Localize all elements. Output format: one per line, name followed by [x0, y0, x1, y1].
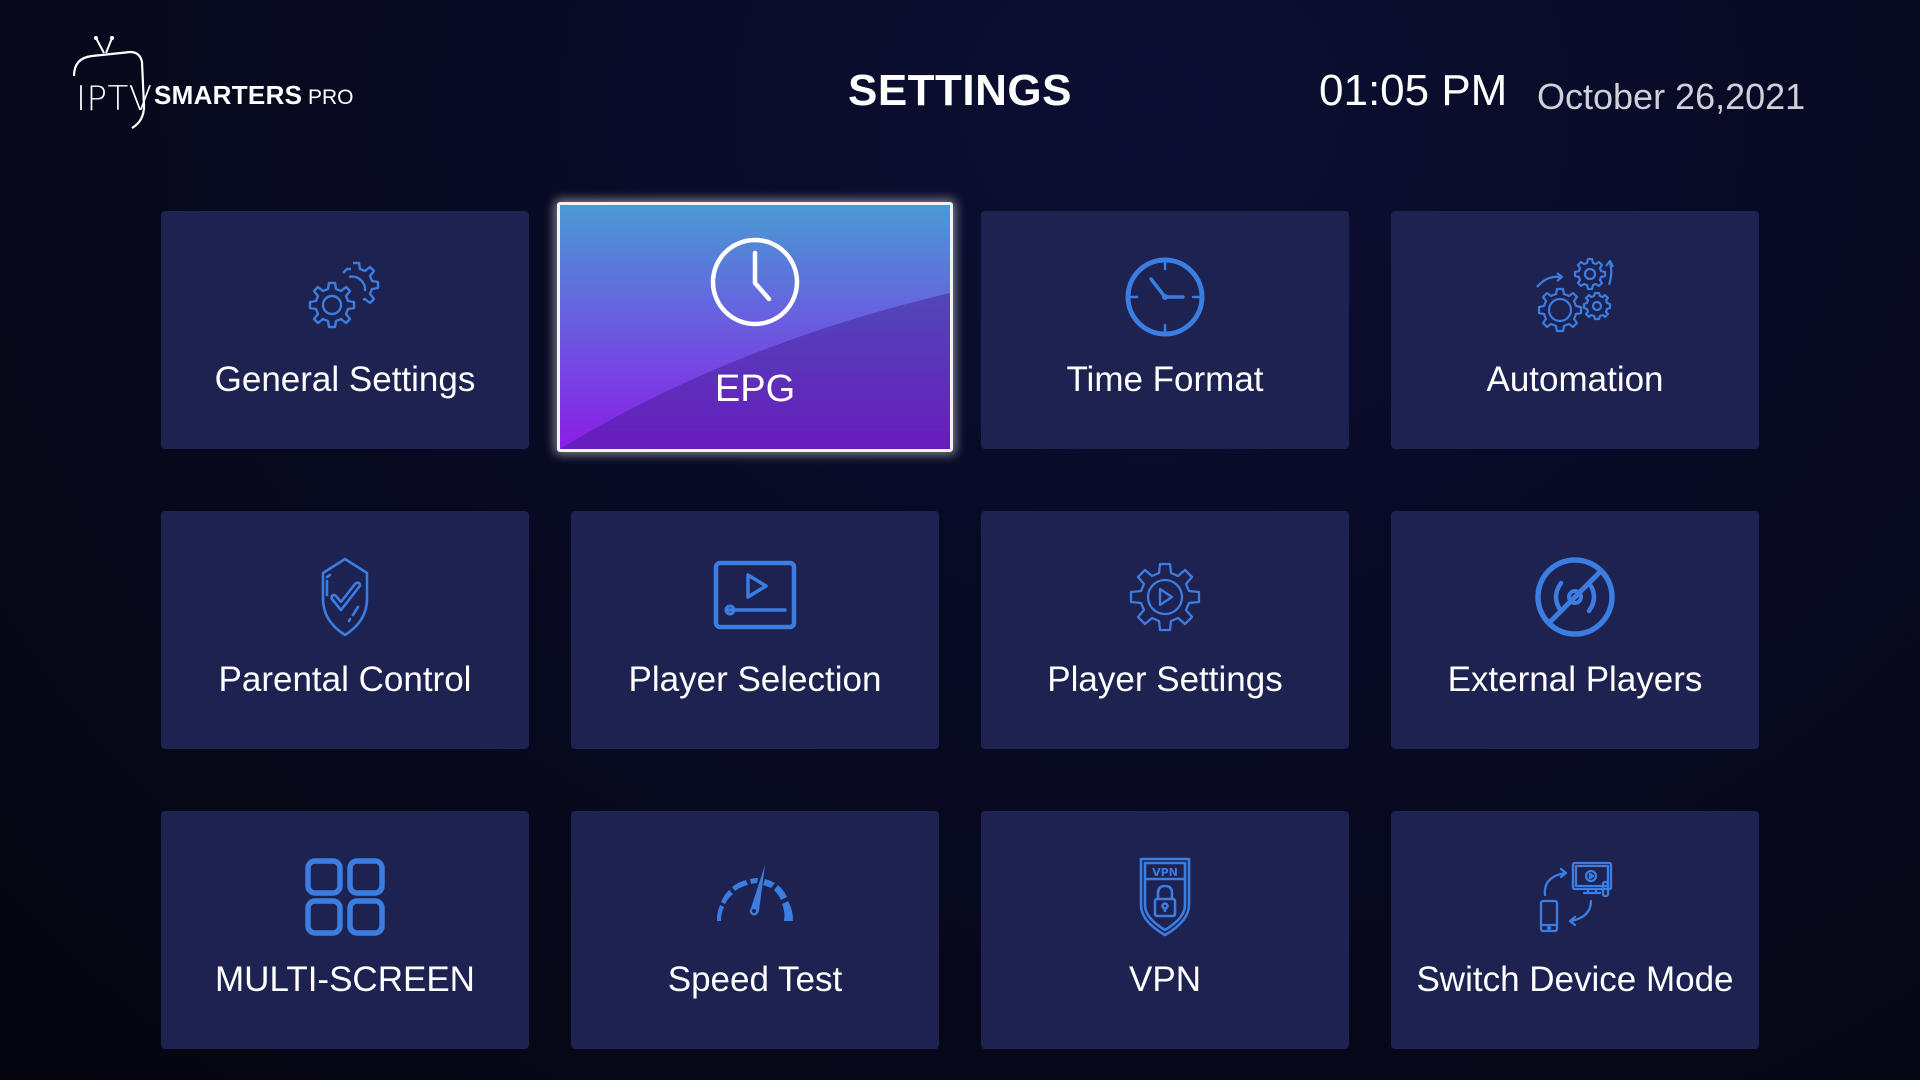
tile-label: External Players [1447, 660, 1703, 699]
tile-external-players[interactable]: External Players [1391, 511, 1759, 749]
tile-label: Player Settings [1047, 660, 1283, 699]
shield-check-icon [303, 555, 387, 639]
tile-label: Switch Device Mode [1416, 960, 1734, 999]
tile-player-selection[interactable]: Player Selection [571, 511, 939, 749]
speedometer-icon [713, 855, 797, 939]
clock-time: 01:05 PM [1319, 66, 1508, 115]
tile-automation[interactable]: Automation [1391, 211, 1759, 449]
tile-multi-screen[interactable]: MULTI-SCREEN [161, 811, 529, 1049]
clock-date: October 26,2021 [1537, 76, 1806, 117]
tile-vpn[interactable]: VPN VPN [981, 811, 1349, 1049]
clock-icon [708, 235, 802, 329]
tile-label: MULTI-SCREEN [215, 960, 475, 999]
disc-slash-icon [1533, 555, 1617, 639]
tile-epg[interactable]: EPG [557, 202, 953, 452]
tile-general-settings[interactable]: General Settings [161, 211, 529, 449]
tile-player-settings[interactable]: Player Settings [981, 511, 1349, 749]
tile-label: General Settings [214, 360, 476, 399]
vpn-shield-icon: VPN [1123, 855, 1207, 939]
video-player-icon [713, 555, 797, 639]
tile-label: VPN [1129, 960, 1201, 999]
grid-icon [303, 855, 387, 939]
automation-gears-icon [1533, 255, 1617, 339]
tile-label: Time Format [1066, 360, 1264, 399]
svg-text:VPN: VPN [1152, 866, 1178, 879]
switch-device-icon [1533, 855, 1617, 939]
tile-switch-device-mode[interactable]: Switch Device Mode [1391, 811, 1759, 1049]
tile-label: Automation [1486, 360, 1664, 399]
tile-label: Player Selection [628, 660, 882, 699]
tile-label: Speed Test [667, 960, 843, 999]
gears-icon [303, 255, 387, 339]
gear-play-icon [1123, 555, 1207, 639]
tile-time-format[interactable]: Time Format [981, 211, 1349, 449]
tile-parental-control[interactable]: Parental Control [161, 511, 529, 749]
tile-speed-test[interactable]: Speed Test [571, 811, 939, 1049]
tile-label: EPG [714, 368, 796, 410]
tile-label: Parental Control [218, 660, 472, 699]
clock-icon [1123, 255, 1207, 339]
